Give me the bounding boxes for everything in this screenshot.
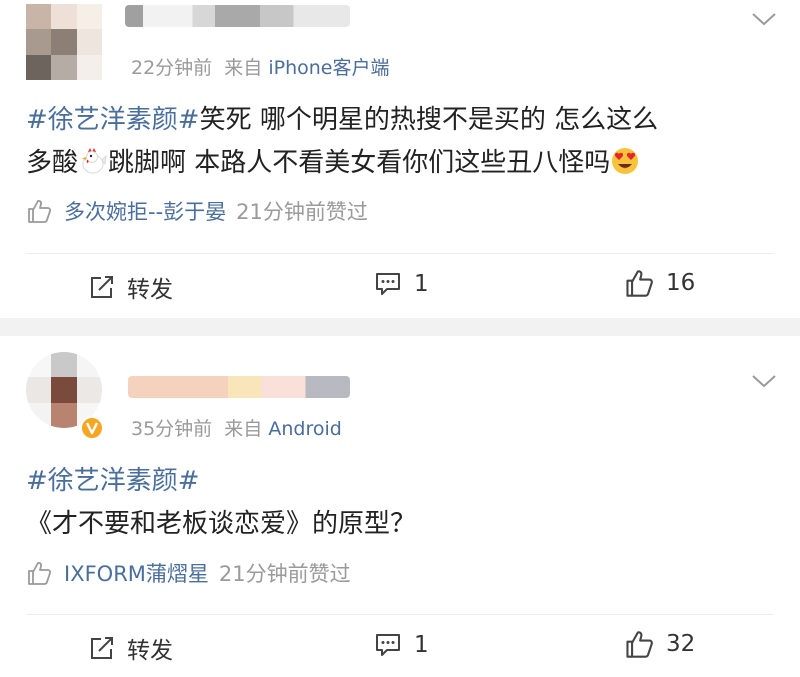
like-count: 32 xyxy=(666,631,696,657)
chevron-down-icon[interactable] xyxy=(751,10,777,28)
post-content: #徐艺洋素颜# 《才不要和老板谈恋爱》的原型？ xyxy=(26,460,770,546)
like-count: 16 xyxy=(666,270,696,296)
comment-button[interactable]: 1 xyxy=(374,631,429,658)
content-text-line2a: 多酸 xyxy=(26,148,79,178)
post-meta: 22分钟前 来自 iPhone客户端 xyxy=(131,53,389,80)
heart-eyes-emoji xyxy=(612,147,639,174)
source-prefix: 来自 xyxy=(224,57,263,79)
repost-button[interactable]: 转发 xyxy=(88,631,173,665)
source-client[interactable]: Android xyxy=(268,418,341,440)
comment-icon xyxy=(376,273,400,295)
like-icon xyxy=(28,200,52,223)
post-card: 22分钟前 来自 iPhone客户端 #徐艺洋素颜#笑死 哪个明星的热搜不是买的… xyxy=(0,0,800,318)
repost-icon xyxy=(91,636,113,659)
content-text-line1: 笑死 哪个明星的热搜不是买的 怎么这么 xyxy=(199,105,659,135)
post-card: 35分钟前 来自 Android #徐艺洋素颜# 《才不要和老板谈恋爱》的原型？… xyxy=(0,336,800,677)
content-text-line1: 《才不要和老板谈恋爱》的原型？ xyxy=(26,509,417,539)
hashtag-link[interactable]: #徐艺洋素颜# xyxy=(26,105,200,135)
source-client[interactable]: iPhone客户端 xyxy=(268,57,389,79)
verified-badge-icon xyxy=(80,416,104,440)
username-blurred[interactable] xyxy=(128,376,350,398)
repost-icon xyxy=(91,275,113,298)
repost-label: 转发 xyxy=(127,638,173,664)
post-time: 22分钟前 xyxy=(131,57,213,79)
content-text-line2b: 跳脚啊 本路人不看美女看你们这些丑八怪吗 xyxy=(108,148,611,178)
comment-count: 1 xyxy=(414,631,429,658)
repost-label: 转发 xyxy=(127,277,173,303)
avatar[interactable] xyxy=(26,4,102,80)
comment-button[interactable]: 1 xyxy=(374,270,429,297)
comment-count: 1 xyxy=(414,270,429,297)
post-time: 35分钟前 xyxy=(131,418,213,440)
chicken-emoji xyxy=(82,147,107,173)
post-meta: 35分钟前 来自 Android xyxy=(131,414,342,441)
like-icon xyxy=(28,562,52,585)
divider xyxy=(26,253,774,254)
divider xyxy=(26,614,774,615)
liked-time: 21分钟前赞过 xyxy=(218,562,351,586)
like-button[interactable]: 32 xyxy=(624,629,695,659)
liked-time: 21分钟前赞过 xyxy=(236,200,368,224)
comment-icon xyxy=(376,634,400,656)
post-separator xyxy=(0,318,800,336)
repost-button[interactable]: 转发 xyxy=(88,270,173,304)
chevron-down-icon[interactable] xyxy=(751,372,777,390)
liked-by-row: IXFORM蒲熠星 21分钟前赞过 xyxy=(26,558,351,588)
like-icon xyxy=(626,270,653,297)
post-content: #徐艺洋素颜#笑死 哪个明星的热搜不是买的 怎么这么 多酸 跳脚啊 本路人不看美… xyxy=(26,99,770,185)
source-prefix: 来自 xyxy=(224,418,263,440)
username-blurred[interactable] xyxy=(125,5,350,27)
hashtag-link[interactable]: #徐艺洋素颜# xyxy=(26,466,200,496)
liked-by-user[interactable]: IXFORM蒲熠星 xyxy=(64,558,209,588)
liked-by-user[interactable]: 多次婉拒--彭于晏 xyxy=(64,196,226,226)
like-icon xyxy=(626,631,653,658)
liked-by-row: 多次婉拒--彭于晏 21分钟前赞过 xyxy=(26,196,368,226)
like-button[interactable]: 16 xyxy=(624,268,695,298)
